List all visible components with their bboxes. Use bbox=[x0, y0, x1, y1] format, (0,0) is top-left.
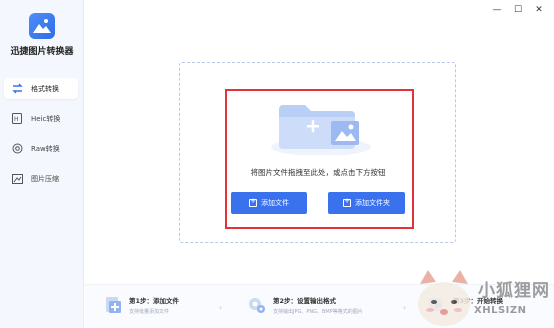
sidebar: 迅捷图片转换器 格式转换 H Heic转换 Raw转换 图片压缩 bbox=[0, 0, 84, 328]
format-convert-icon bbox=[11, 83, 23, 95]
add-folder-button[interactable]: 添加文件夹 bbox=[328, 192, 405, 214]
maximize-button[interactable]: ☐ bbox=[513, 5, 523, 15]
step-2: 第2步：设置输出格式 支持输出JPG、PNG、BMP等格式的图片 bbox=[247, 295, 363, 315]
drop-prompt: 将图片文件拖拽至此处，或点击下方按钮 bbox=[250, 168, 386, 177]
image-compress-icon bbox=[11, 173, 23, 185]
watermark-subtext: XHLSIZN bbox=[474, 305, 527, 316]
step-desc: 支持输出JPG、PNG、BMP等格式的图片 bbox=[273, 309, 363, 315]
add-file-step-icon bbox=[106, 297, 121, 313]
app-logo-icon bbox=[29, 13, 55, 39]
add-folder-label: 添加文件夹 bbox=[355, 199, 390, 207]
close-button[interactable]: ✕ bbox=[534, 5, 544, 15]
sidebar-item-heic[interactable]: H Heic转换 bbox=[4, 108, 78, 129]
sidebar-item-raw[interactable]: Raw转换 bbox=[4, 138, 78, 159]
raw-icon bbox=[11, 143, 23, 155]
sidebar-item-label: 图片压缩 bbox=[31, 174, 59, 183]
step-1: 第1步：添加文件 支持批量添加文件 bbox=[103, 295, 179, 315]
step-title: 第1步：添加文件 bbox=[129, 297, 180, 305]
minimize-button[interactable]: — bbox=[492, 5, 502, 15]
step-desc: 支持批量添加文件 bbox=[129, 309, 170, 315]
sidebar-item-compress[interactable]: 图片压缩 bbox=[4, 168, 78, 189]
step-arrow-icon: › bbox=[219, 303, 223, 312]
step-title: 第2步：设置输出格式 bbox=[273, 297, 337, 305]
svg-text:H: H bbox=[14, 116, 19, 123]
add-file-button[interactable]: 添加文件 bbox=[231, 192, 307, 214]
watermark-text: 小狐狸网 bbox=[478, 281, 550, 301]
heic-icon: H bbox=[11, 113, 23, 125]
sidebar-item-format-convert[interactable]: 格式转换 bbox=[4, 78, 78, 99]
add-file-icon bbox=[249, 197, 257, 207]
add-folder-icon bbox=[343, 197, 351, 207]
sidebar-item-label: Heic转换 bbox=[31, 114, 61, 123]
sidebar-item-label: 格式转换 bbox=[31, 84, 59, 93]
app-title: 迅捷图片转换器 bbox=[10, 47, 74, 57]
add-file-label: 添加文件 bbox=[261, 199, 289, 207]
step-arrow-icon: › bbox=[403, 303, 407, 312]
settings-gear-icon bbox=[249, 298, 265, 313]
sidebar-item-label: Raw转换 bbox=[31, 144, 60, 153]
